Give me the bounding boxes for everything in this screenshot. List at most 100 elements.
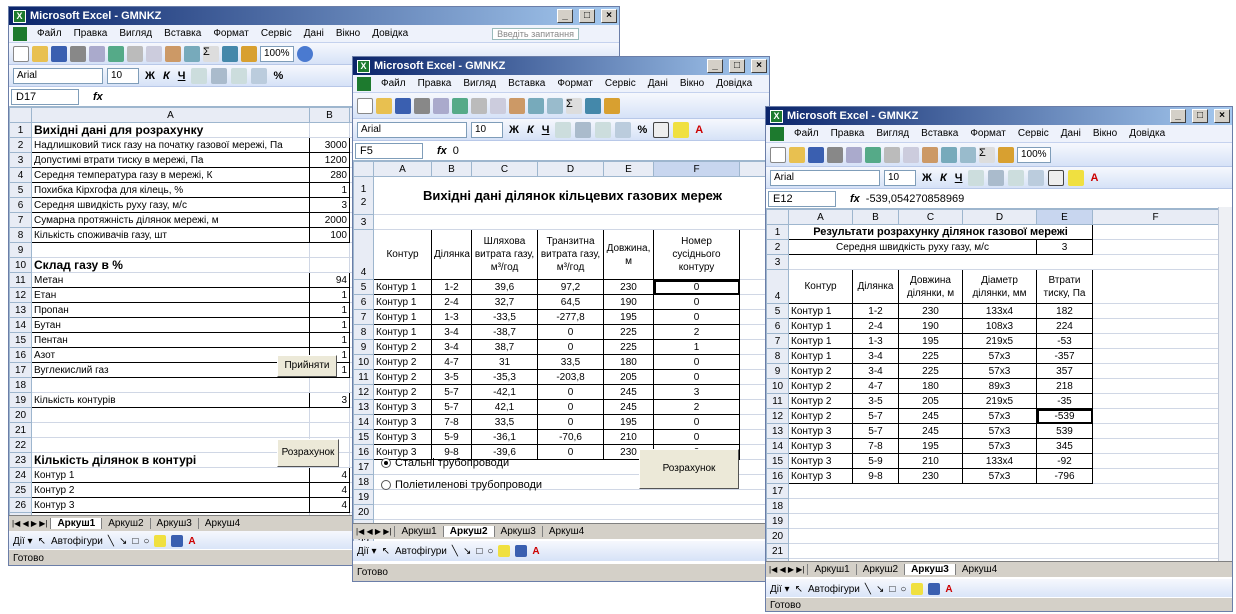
table-cell[interactable]: 230 bbox=[603, 279, 654, 295]
table-cell[interactable]: 57x3 bbox=[962, 408, 1037, 424]
chart-icon[interactable] bbox=[604, 97, 620, 114]
fx-icon[interactable]: fx bbox=[836, 193, 866, 205]
line-color-icon[interactable] bbox=[928, 583, 941, 595]
align-center-icon[interactable] bbox=[211, 67, 228, 84]
cursor-icon[interactable]: ↖ bbox=[38, 536, 46, 547]
menu-window[interactable]: Вікно bbox=[330, 28, 366, 39]
row-header[interactable]: 3 bbox=[353, 214, 374, 230]
undo-icon[interactable] bbox=[941, 146, 957, 163]
paste-icon[interactable] bbox=[165, 45, 181, 62]
oval-icon[interactable]: ○ bbox=[487, 546, 493, 557]
row-header[interactable]: 17 bbox=[9, 362, 32, 378]
row-header[interactable]: 11 bbox=[766, 393, 789, 409]
table-cell[interactable]: -203,8 bbox=[537, 369, 604, 385]
radio-dot[interactable] bbox=[381, 458, 391, 468]
spelling-icon[interactable] bbox=[452, 97, 468, 114]
col-header-a[interactable]: A bbox=[31, 107, 310, 123]
table-cell[interactable]: 245 bbox=[898, 408, 963, 424]
row-header[interactable]: 10 bbox=[766, 378, 789, 394]
table-cell[interactable]: 0 bbox=[537, 414, 604, 430]
table-cell[interactable]: 57x3 bbox=[962, 363, 1037, 379]
spelling-icon[interactable] bbox=[865, 146, 881, 163]
align-left-icon[interactable] bbox=[555, 121, 572, 138]
fill-color-icon[interactable] bbox=[498, 545, 511, 557]
rectangle-icon[interactable]: □ bbox=[132, 536, 138, 547]
font-size-select[interactable]: 10 bbox=[471, 121, 503, 138]
col-header[interactable]: B bbox=[431, 161, 472, 177]
save-icon[interactable] bbox=[51, 45, 67, 62]
cell-b[interactable]: 1 bbox=[309, 332, 350, 348]
table-cell[interactable]: 0 bbox=[653, 429, 740, 445]
draw-menu[interactable]: Дії ▾ bbox=[13, 536, 33, 547]
table-cell[interactable]: Контур 2 bbox=[788, 363, 853, 379]
table-cell[interactable]: 219x5 bbox=[962, 333, 1037, 349]
col-header[interactable]: E bbox=[1036, 209, 1093, 225]
menu-data[interactable]: Дані bbox=[1055, 128, 1087, 139]
align-center-icon[interactable] bbox=[988, 169, 1005, 186]
tab-sheet2[interactable]: Аркуш2 bbox=[442, 526, 494, 537]
row-header[interactable]: 16 bbox=[766, 468, 789, 484]
row-header[interactable]: 10 bbox=[9, 257, 32, 273]
col-header[interactable]: B bbox=[852, 209, 899, 225]
table-cell[interactable]: 3-4 bbox=[431, 339, 472, 355]
row-header[interactable]: 15 bbox=[353, 429, 374, 445]
borders-icon[interactable] bbox=[653, 121, 670, 138]
align-center-icon[interactable] bbox=[575, 121, 592, 138]
cell-a[interactable]: Середня швидкість руху газу, м/с bbox=[31, 197, 310, 213]
table-cell[interactable]: 0 bbox=[537, 339, 604, 355]
row-header[interactable]: 16 bbox=[9, 347, 32, 363]
table-cell[interactable] bbox=[1092, 333, 1219, 349]
table-cell[interactable]: Контур 1 bbox=[373, 324, 432, 340]
cell-b[interactable] bbox=[309, 257, 350, 273]
table-cell[interactable]: 0 bbox=[653, 294, 740, 310]
cell-b[interactable]: 100 bbox=[309, 227, 350, 243]
row-header[interactable]: 5 bbox=[353, 279, 374, 295]
table-cell[interactable]: 210 bbox=[898, 453, 963, 469]
table-cell[interactable]: Контур 1 bbox=[373, 309, 432, 325]
tab-sheet1[interactable]: Аркуш1 bbox=[807, 564, 855, 575]
table-cell[interactable]: 1-3 bbox=[852, 333, 899, 349]
tab-sheet3[interactable]: Аркуш3 bbox=[149, 518, 198, 529]
menu-data[interactable]: Дані bbox=[642, 78, 674, 89]
font-size-select[interactable]: 10 bbox=[884, 169, 916, 186]
paste-icon[interactable] bbox=[922, 146, 938, 163]
excel-window-2[interactable]: X Microsoft Excel - GMNKZ _ □ × Файл Пра… bbox=[352, 56, 770, 582]
cell-b[interactable] bbox=[309, 377, 350, 393]
table-cell[interactable]: 0 bbox=[537, 384, 604, 400]
underline-button[interactable]: Ч bbox=[540, 124, 552, 136]
table-cell[interactable]: -277,8 bbox=[537, 309, 604, 325]
row-header[interactable]: 17 bbox=[766, 483, 789, 499]
table-cell[interactable]: Контур 1 bbox=[788, 348, 853, 364]
table-cell[interactable]: 57x3 bbox=[962, 438, 1037, 454]
menu-tools[interactable]: Сервіс bbox=[599, 78, 642, 89]
col-header[interactable]: F bbox=[653, 161, 740, 177]
copy-icon[interactable] bbox=[903, 146, 919, 163]
open-icon[interactable] bbox=[32, 45, 48, 62]
cell-a[interactable]: Етан bbox=[31, 287, 310, 303]
cut-icon[interactable] bbox=[127, 45, 143, 62]
corner-cell[interactable] bbox=[353, 161, 374, 177]
menu-window[interactable]: Вікно bbox=[674, 78, 710, 89]
cell-b[interactable] bbox=[309, 407, 350, 423]
row-header[interactable]: 6 bbox=[766, 318, 789, 334]
tab-nav-buttons[interactable]: |◀ ◀ ▶ ▶| bbox=[766, 565, 807, 574]
sum-icon[interactable]: Σ bbox=[566, 97, 582, 114]
cell-a[interactable]: Азот bbox=[31, 347, 310, 363]
table-cell[interactable] bbox=[1092, 468, 1219, 484]
row-header[interactable]: 13 bbox=[9, 302, 32, 318]
menu-help[interactable]: Довідка bbox=[710, 78, 758, 89]
cell-b[interactable] bbox=[309, 122, 350, 138]
cell-a[interactable]: Контур 1 bbox=[31, 467, 310, 483]
row-header[interactable]: 11 bbox=[9, 272, 32, 288]
excel-window-3[interactable]: X Microsoft Excel - GMNKZ _ □ × Файл Пра… bbox=[765, 106, 1233, 612]
table-cell[interactable]: 225 bbox=[603, 324, 654, 340]
line-color-icon[interactable] bbox=[515, 545, 528, 557]
table-cell[interactable] bbox=[1092, 393, 1219, 409]
cell-b[interactable]: 4 bbox=[309, 467, 350, 483]
underline-button[interactable]: Ч bbox=[176, 70, 188, 82]
calculate-button[interactable]: Розрахунок bbox=[639, 449, 739, 489]
table-cell[interactable]: 1-3 bbox=[431, 309, 472, 325]
table-cell[interactable]: 5-7 bbox=[431, 384, 472, 400]
cell-b[interactable]: 1 bbox=[309, 302, 350, 318]
undo-icon[interactable] bbox=[184, 45, 200, 62]
